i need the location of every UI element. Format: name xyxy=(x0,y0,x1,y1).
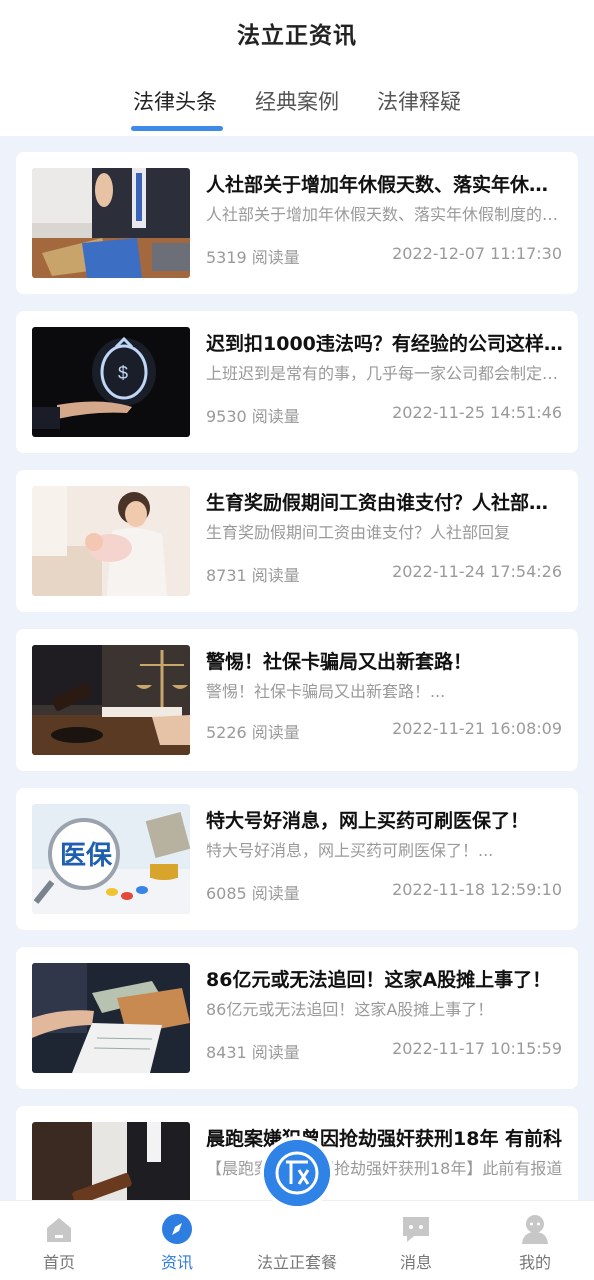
nav-home-label: 首页 xyxy=(42,1253,75,1272)
nav-home[interactable]: 首页 xyxy=(0,1201,118,1280)
page: 法立正资讯 法律头条 经典案例 法律释疑 人社部关于增加年休假天数、落实年休假 … xyxy=(0,0,594,1280)
read-count: 8431 阅读量 xyxy=(206,1043,300,1062)
office-refusal-photo xyxy=(32,168,190,278)
page-title: 法立正资讯 xyxy=(237,23,357,49)
nav-package-label: 法立正套餐 xyxy=(256,1253,337,1272)
article-title: 86亿元或无法追回！这家A股摊上事了！ xyxy=(206,969,552,991)
nav-package[interactable]: 法立正套餐 xyxy=(238,1201,356,1280)
nav-messages[interactable]: 消息 xyxy=(357,1201,475,1280)
article-title: 晨跑案嫌犯曾因抢劫强奸获刑18年 有前科 xyxy=(206,1128,563,1150)
insurance-image-text: 医保 xyxy=(60,841,113,871)
money-bag-hand-photo: $ xyxy=(32,327,190,437)
active-tab-indicator xyxy=(131,126,223,131)
article-title: 警惕！社保卡骗局又出新套路！ xyxy=(206,651,473,673)
publish-time: 2022-11-25 14:51:46 xyxy=(392,403,562,422)
article-summary: 警惕！社保卡骗局又出新套路！... xyxy=(206,682,446,701)
read-count: 9530 阅读量 xyxy=(206,407,300,426)
medical-insurance-photo: 医保 xyxy=(32,804,190,914)
article-card[interactable]: 人社部关于增加年休假天数、落实年休假制度的回复 人社部关于增加年休假天数、落实年… xyxy=(16,152,578,294)
article-title: 人社部关于增加年休假天数、落实年休假制度的回复 xyxy=(206,174,564,196)
read-count: 6085 阅读量 xyxy=(206,884,300,903)
tab-classic-cases[interactable]: 经典案例 xyxy=(232,86,362,116)
publish-time: 2022-11-18 12:59:10 xyxy=(392,880,562,899)
publish-time: 2022-11-17 10:15:59 xyxy=(392,1039,562,1058)
publish-time: 2022-11-21 16:08:09 xyxy=(392,719,562,738)
article-title: 特大号好消息，网上买药可刷医保了！ xyxy=(206,810,530,832)
nav-messages-label: 消息 xyxy=(399,1253,432,1272)
article-summary: 【晨跑案嫌犯曾因抢劫强奸获刑18年】此前有报道 xyxy=(206,1159,563,1178)
nav-news[interactable]: 资讯 xyxy=(118,1201,236,1280)
article-summary: 特大号好消息，网上买药可刷医保了！... xyxy=(206,841,494,860)
tab-legal-headlines[interactable]: 法律头条 xyxy=(110,86,240,116)
home-icon xyxy=(43,1213,75,1245)
gavel-scales-photo xyxy=(32,645,190,755)
category-tabs: 法律头条 经典案例 法律释疑 xyxy=(0,86,594,136)
article-summary: 生育奖励假期间工资由谁支付？人社部回复 xyxy=(206,523,511,542)
user-icon xyxy=(519,1213,551,1245)
read-count: 5319 阅读量 xyxy=(206,248,300,267)
article-card[interactable]: 警惕！社保卡骗局又出新套路！ 警惕！社保卡骗局又出新套路！... 5226 阅读… xyxy=(16,629,578,771)
article-card[interactable]: 生育奖励假期间工资由谁支付？人社部回复 生育奖励假期间工资由谁支付？人社部回复 … xyxy=(16,470,578,612)
article-summary: 上班迟到是常有的事，几乎每一家公司都会制定考勤制度 xyxy=(206,364,564,383)
publish-time: 2022-11-24 17:54:26 xyxy=(392,562,562,581)
article-card[interactable]: 医保 特大号好消息，网上买药可刷医保了！ 特大号好消息，网上买药可刷医保了！..… xyxy=(16,788,578,930)
article-card[interactable]: 86亿元或无法追回！这家A股摊上事了！ 86亿元或无法追回！这家A股摊上事了！ … xyxy=(16,947,578,1089)
nav-news-label: 资讯 xyxy=(160,1253,193,1272)
article-card[interactable]: $ 迟到扣1000违法吗？有经验的公司这样操作 上班迟到是常有的事，几乎每一家公… xyxy=(16,311,578,453)
publish-time: 2022-12-07 11:17:30 xyxy=(392,244,562,263)
article-title: 生育奖励假期间工资由谁支付？人社部回复 xyxy=(206,492,564,514)
article-summary: 86亿元或无法追回！这家A股摊上事了！ xyxy=(206,1000,494,1019)
chat-icon xyxy=(400,1213,432,1245)
cash-handover-photo xyxy=(32,963,190,1073)
tab-legal-qa[interactable]: 法律释疑 xyxy=(354,86,484,116)
article-title: 迟到扣1000违法吗？有经验的公司这样操作 xyxy=(206,333,564,355)
read-count: 8731 阅读量 xyxy=(206,566,300,585)
top-bar: 法立正资讯 法律头条 经典案例 法律释疑 xyxy=(0,0,594,136)
article-summary: 人社部关于增加年休假天数、落实年休假制度的回复 xyxy=(206,205,564,224)
bottom-tab-bar: 首页 资讯 法立正套餐 消息 我的 xyxy=(0,1200,594,1280)
compass-icon xyxy=(161,1213,193,1245)
nav-profile[interactable]: 我的 xyxy=(476,1201,594,1280)
brand-logo-icon[interactable] xyxy=(264,1140,330,1206)
nav-profile-label: 我的 xyxy=(518,1253,551,1272)
mother-baby-photo xyxy=(32,486,190,596)
read-count: 5226 阅读量 xyxy=(206,723,300,742)
